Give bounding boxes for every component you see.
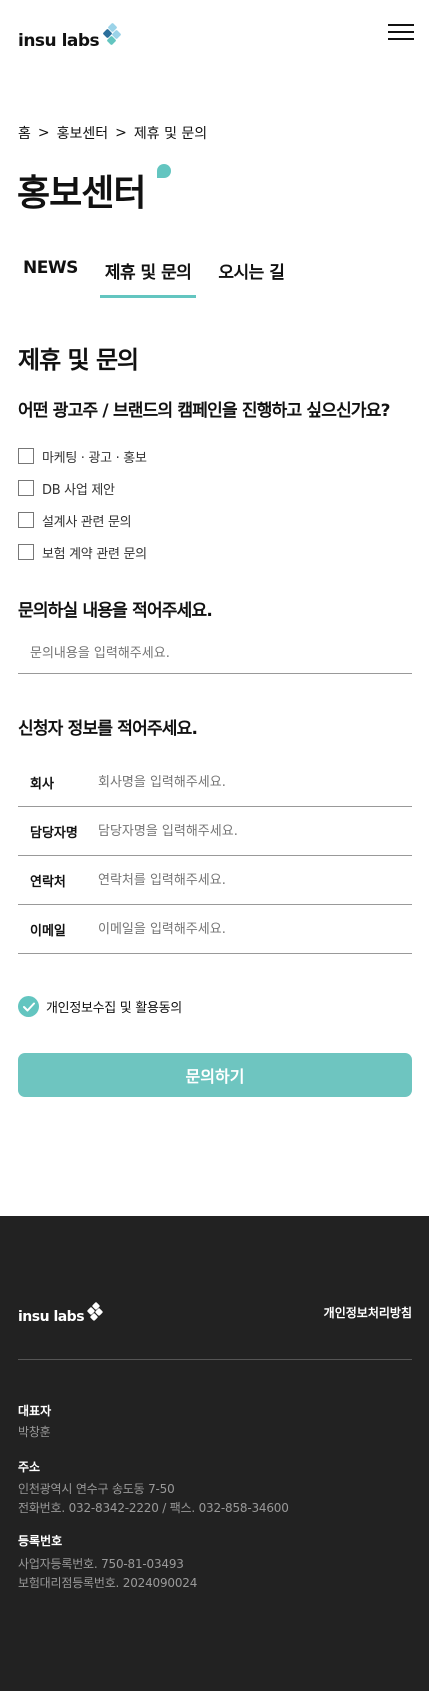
field-label: 회사 — [30, 776, 54, 792]
tab-directions[interactable]: 오시는 길 — [213, 258, 289, 292]
footer-divider — [18, 1359, 412, 1360]
logo[interactable]: insu labs — [18, 18, 122, 51]
option-db-proposal[interactable]: DB 사업 제안 — [18, 472, 147, 504]
option-planner[interactable]: 설계사 관련 문의 — [18, 504, 147, 536]
company-input[interactable] — [98, 774, 398, 790]
option-insurance-contract[interactable]: 보험 계약 관련 문의 — [18, 536, 147, 568]
privacy-consent[interactable]: 개인정보수집 및 활용동의 — [18, 996, 182, 1017]
inquiry-content-input[interactable] — [18, 634, 412, 674]
applicant-fields: 회사 담당자명 연락처 이메일 — [18, 758, 412, 954]
campaign-question: 어떤 광고주 / 브랜드의 캠페인을 진행하고 싶으신가요? — [18, 401, 390, 421]
email-input[interactable] — [98, 921, 398, 937]
company-field[interactable]: 회사 — [18, 758, 412, 807]
hamburger-icon[interactable] — [388, 24, 414, 42]
logo-mark-icon — [85, 1301, 104, 1324]
field-label: 이메일 — [30, 923, 66, 939]
checkbox[interactable] — [18, 544, 34, 560]
business-registration-value: 사업자등록번호. 750-81-03493 — [18, 1557, 184, 1571]
submit-button[interactable]: 문의하기 — [18, 1053, 412, 1097]
breadcrumb: 홈 > 홍보센터 > 제휴 및 문의 — [18, 123, 207, 143]
ceo-value: 박창훈 — [18, 1425, 51, 1439]
address-value: 인천광역시 연수구 송도동 7-50 — [18, 1482, 175, 1496]
breadcrumb-item-home[interactable]: 홈 — [18, 123, 31, 143]
registration-label: 등록번호 — [18, 1534, 63, 1548]
phone-input[interactable] — [98, 872, 398, 888]
breadcrumb-item-pr-center[interactable]: 홍보센터 — [57, 123, 109, 143]
checkbox[interactable] — [18, 512, 34, 528]
site-footer: insu labs 개인정보처리방침 대표자 박창훈 주소 인천광역시 연수구 … — [0, 1216, 429, 1691]
site-header: insu labs — [0, 0, 429, 70]
breadcrumb-separator: > — [37, 125, 50, 141]
logo-text: insu labs — [18, 31, 100, 51]
phone-field[interactable]: 연락처 — [18, 856, 412, 905]
breadcrumb-separator: > — [115, 125, 127, 141]
tab-news[interactable]: NEWS — [18, 258, 83, 292]
address-label: 주소 — [18, 1460, 41, 1474]
applicant-title: 신청자 정보를 적어주세요. — [18, 719, 198, 739]
tab-inquiry[interactable]: 제휴 및 문의 — [99, 258, 197, 298]
field-label: 담당자명 — [30, 825, 78, 841]
check-circle-icon[interactable] — [18, 996, 39, 1017]
section-title: 제휴 및 문의 — [18, 346, 139, 374]
phone-value: 전화번호. 032-8342-2220 / 팩스. 032-858-34600 — [18, 1501, 289, 1515]
manager-field[interactable]: 담당자명 — [18, 807, 412, 856]
logo-mark-icon — [100, 22, 122, 50]
privacy-policy-link[interactable]: 개인정보처리방침 — [324, 1304, 412, 1321]
consent-label: 개인정보수집 및 활용동의 — [46, 1001, 182, 1016]
email-field[interactable]: 이메일 — [18, 905, 412, 954]
field-label: 연락처 — [30, 874, 66, 890]
ceo-label: 대표자 — [18, 1404, 52, 1418]
option-label: 설계사 관련 문의 — [42, 514, 132, 530]
checkbox[interactable] — [18, 480, 34, 496]
option-label: DB 사업 제안 — [42, 482, 115, 498]
inquiry-type-options: 마케팅 · 광고 · 홍보 DB 사업 제안 설계사 관련 문의 보험 계약 관… — [18, 440, 147, 568]
footer-logo-text: insu labs — [18, 1309, 85, 1325]
option-label: 보험 계약 관련 문의 — [42, 546, 147, 562]
content-title: 문의하실 내용을 적어주세요. — [18, 601, 213, 621]
manager-input[interactable] — [98, 823, 398, 839]
agency-registration-value: 보험대리점등록번호. 2024090024 — [18, 1576, 198, 1590]
footer-logo[interactable]: insu labs — [18, 1301, 104, 1325]
option-label: 마케팅 · 광고 · 홍보 — [42, 450, 147, 466]
checkbox[interactable] — [18, 448, 34, 464]
page-title: 홍보센터 — [17, 173, 146, 214]
tab-bar: NEWS 제휴 및 문의 오시는 길 — [18, 258, 306, 298]
breadcrumb-item-inquiry[interactable]: 제휴 및 문의 — [134, 123, 207, 143]
option-marketing[interactable]: 마케팅 · 광고 · 홍보 — [18, 440, 147, 472]
title-accent-icon — [157, 164, 171, 178]
